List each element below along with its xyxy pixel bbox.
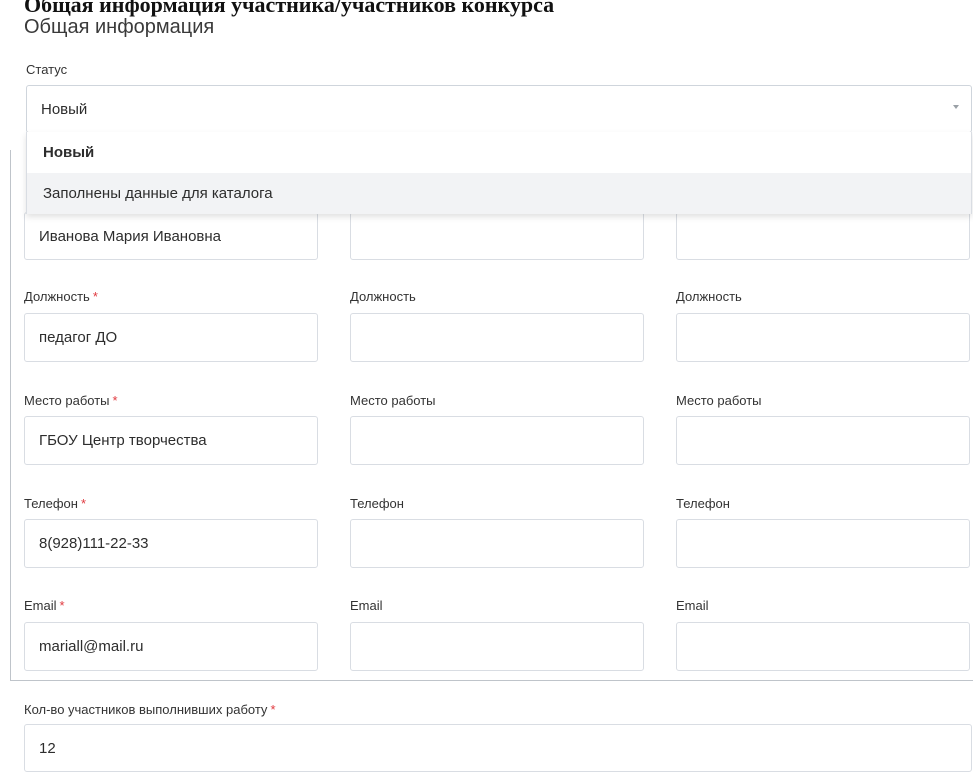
participant-1-email-label: Email *: [24, 598, 65, 613]
form-frame-bottom: [10, 680, 973, 681]
participant-3-phone-input[interactable]: [676, 519, 970, 568]
required-mark: *: [59, 598, 65, 613]
participant-1-workplace-label: Место работы *: [24, 393, 118, 408]
status-select[interactable]: Новый: [26, 85, 972, 133]
participant-3-workplace-input[interactable]: [676, 416, 970, 465]
participant-1-email-value: mariall@mail.ru: [39, 638, 144, 655]
participant-1-workplace-input[interactable]: ГБОУ Центр творчества: [24, 416, 318, 465]
status-option-new[interactable]: Новый: [27, 132, 971, 173]
participant-3-position-label: Должность: [676, 289, 742, 304]
participant-3-email-label: Email: [676, 598, 709, 613]
status-option-catalog-filled[interactable]: Заполнены данные для каталога: [27, 173, 971, 214]
participant-2-phone-input[interactable]: [350, 519, 644, 568]
chevron-down-icon[interactable]: [953, 105, 959, 109]
participant-2-name-input[interactable]: [350, 212, 644, 260]
participant-3-workplace-label: Место работы: [676, 393, 762, 408]
participant-3-position-input[interactable]: [676, 313, 970, 362]
participant-3-email-input[interactable]: [676, 622, 970, 671]
participant-2-position-input[interactable]: [350, 313, 644, 362]
participant-2-workplace-label: Место работы: [350, 393, 436, 408]
participants-count-label: Кол-во участников выполнивших работу *: [24, 702, 276, 717]
participant-2-email-input[interactable]: [350, 622, 644, 671]
participant-3-name-input[interactable]: [676, 212, 970, 260]
status-select-value: Новый: [41, 100, 88, 118]
form-frame-left: [10, 150, 11, 680]
participant-2-email-label: Email: [350, 598, 383, 613]
participants-count-input[interactable]: 12: [24, 724, 972, 772]
participant-3-phone-label: Телефон: [676, 496, 730, 511]
participant-1-phone-value: 8(928)111-22-33: [39, 535, 149, 552]
participant-1-phone-input[interactable]: 8(928)111-22-33: [24, 519, 318, 568]
participant-1-position-label: Должность *: [24, 289, 98, 304]
status-dropdown-menu: Новый Заполнены данные для каталога: [26, 132, 972, 214]
participant-1-name-value: Иванова Мария Ивановна: [39, 227, 222, 245]
participant-1-phone-label: Телефон *: [24, 496, 86, 511]
participant-1-position-input[interactable]: педагог ДО: [24, 313, 318, 362]
required-mark: *: [92, 289, 98, 304]
participant-1-workplace-value: ГБОУ Центр творчества: [39, 432, 207, 449]
required-mark: *: [80, 496, 86, 511]
participant-2-workplace-input[interactable]: [350, 416, 644, 465]
participant-1-email-input[interactable]: mariall@mail.ru: [24, 622, 318, 671]
status-label: Статус: [26, 62, 68, 77]
participant-2-position-label: Должность: [350, 289, 416, 304]
required-mark: *: [112, 393, 118, 408]
participants-count-value: 12: [39, 739, 56, 757]
participant-1-position-value: педагог ДО: [39, 329, 118, 346]
section-title: Общая информация: [24, 16, 215, 38]
participant-2-phone-label: Телефон: [350, 496, 404, 511]
required-mark: *: [270, 702, 276, 717]
participant-1-name-input[interactable]: Иванова Мария Ивановна: [24, 212, 318, 260]
